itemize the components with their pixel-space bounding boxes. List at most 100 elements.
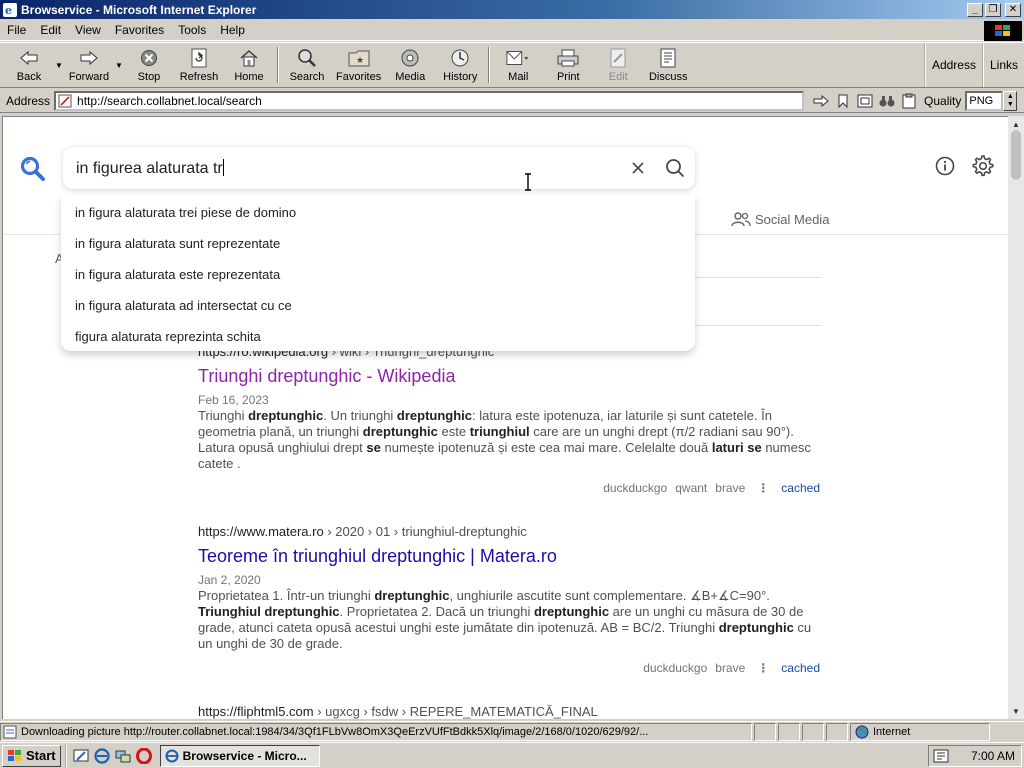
clock[interactable]: 7:00 AM <box>971 749 1015 763</box>
address-toolbar-link[interactable]: Address <box>923 43 982 87</box>
clear-search-icon[interactable] <box>621 151 655 185</box>
minimize-button[interactable]: _ <box>967 2 983 17</box>
bookmark-icon[interactable] <box>834 92 852 110</box>
tab-social-media[interactable]: Social Media <box>731 211 829 227</box>
taskbar-window-label: Browservice - Micro... <box>182 748 307 763</box>
refresh-label: Refresh <box>179 71 219 83</box>
suggestion-item[interactable]: in figura alaturata ad intersectat cu ce <box>61 290 695 321</box>
links-toolbar-link[interactable]: Links <box>981 43 1024 87</box>
favorites-label: Favorites <box>336 71 382 83</box>
start-label: Start <box>26 748 56 763</box>
svg-text:★: ★ <box>356 55 364 65</box>
result-title-link[interactable]: Triunghi dreptunghic - Wikipedia <box>198 365 820 387</box>
network-icon[interactable] <box>115 748 131 764</box>
mail-button[interactable]: Mail <box>493 43 543 87</box>
scroll-down-icon[interactable]: ▼ <box>1008 703 1024 719</box>
menu-edit[interactable]: Edit <box>33 23 68 37</box>
forward-button[interactable]: Forward <box>64 43 114 87</box>
cached-link[interactable]: cached <box>781 661 820 675</box>
media-label: Media <box>395 71 426 83</box>
close-button[interactable]: ✕ <box>1005 2 1021 17</box>
history-button[interactable]: History <box>435 43 485 87</box>
more-options-icon[interactable]: ⋮ <box>757 661 769 675</box>
stop-button[interactable]: Stop <box>124 43 174 87</box>
suggestion-item[interactable]: in figura alaturata trei piese de domino <box>61 197 695 228</box>
stop-label: Stop <box>137 71 161 83</box>
zoom-icon[interactable] <box>856 92 874 110</box>
clipboard-icon[interactable] <box>900 92 918 110</box>
toolbar-separator <box>488 47 491 83</box>
result-title-link[interactable]: Teoreme în triunghiul dreptunghic | Mate… <box>198 545 820 567</box>
address-label: Address <box>6 93 51 108</box>
edit-button[interactable]: Edit <box>593 43 643 87</box>
back-button[interactable]: Back <box>4 43 54 87</box>
status-message: Downloading picture http://router.collab… <box>0 722 752 741</box>
ie-launch-icon[interactable] <box>94 747 110 764</box>
address-input[interactable]: http://search.collabnet.local/search <box>54 90 805 111</box>
suggestion-item[interactable]: in figura alaturata sunt reprezentate <box>61 228 695 259</box>
show-desktop-icon[interactable] <box>73 748 89 764</box>
media-icon <box>398 46 422 69</box>
ie-icon <box>165 749 179 763</box>
menu-tools[interactable]: Tools <box>171 23 213 37</box>
search-submit-icon[interactable] <box>655 151 695 185</box>
engine-label: qwant <box>675 481 708 495</box>
autocomplete-dropdown: in figura alaturata trei piese de domino… <box>61 195 695 351</box>
quality-select[interactable]: PNG <box>965 90 1004 111</box>
search-logo-icon[interactable] <box>19 155 47 183</box>
status-cell <box>826 722 848 741</box>
printer-icon <box>556 46 580 69</box>
system-tray: 7:00 AM <box>928 744 1022 767</box>
result-snippet: Proprietatea 1. Într-un triunghi dreptun… <box>198 588 812 651</box>
menu-favorites[interactable]: Favorites <box>108 23 171 37</box>
edit-label: Edit <box>608 71 628 83</box>
scrollbar-thumb[interactable] <box>1011 130 1021 180</box>
suggestion-item[interactable]: in figura alaturata este reprezentata <box>61 259 695 290</box>
menu-view[interactable]: View <box>68 23 108 37</box>
history-label: History <box>443 71 478 83</box>
menu-help[interactable]: Help <box>213 23 252 37</box>
opera-icon[interactable] <box>135 747 152 764</box>
restore-button[interactable]: ❐ <box>985 2 1001 17</box>
start-button[interactable]: Start <box>2 744 61 767</box>
engine-label: brave <box>715 481 746 495</box>
search-input[interactable]: in figurea alaturata tr <box>76 158 621 178</box>
suggestion-item[interactable]: figura alaturata reprezinta schita <box>61 321 695 352</box>
address-bar: Address http://search.collabnet.local/se… <box>0 89 1024 113</box>
refresh-button[interactable]: Refresh <box>174 43 224 87</box>
go-arrow-icon[interactable] <box>812 92 830 110</box>
favorites-folder-icon: ★ <box>347 46 371 69</box>
result-url[interactable]: https://fliphtml5.com › ugxcg › fsdw › R… <box>198 704 820 719</box>
stop-icon <box>137 46 161 69</box>
search-result: https://www.matera.ro › 2020 › 01 › triu… <box>198 524 820 675</box>
search-label: Search <box>289 71 325 83</box>
info-icon[interactable] <box>934 155 956 177</box>
search-box[interactable]: in figurea alaturata tr <box>63 147 695 189</box>
result-engines: duckduckgo brave ⋮ cached <box>198 661 820 675</box>
home-button[interactable]: Home <box>224 43 274 87</box>
more-options-icon[interactable]: ⋮ <box>757 481 769 495</box>
media-button[interactable]: Media <box>385 43 435 87</box>
menu-file[interactable]: File <box>0 23 33 37</box>
taskbar-window-button[interactable]: Browservice - Micro... <box>159 744 320 767</box>
windows-flag-icon <box>7 749 23 763</box>
find-binoculars-icon[interactable] <box>878 92 896 110</box>
status-cell <box>802 722 824 741</box>
result-snippet: Triunghi dreptunghic. Un triunghi dreptu… <box>198 408 811 471</box>
result-url[interactable]: https://www.matera.ro › 2020 › 01 › triu… <box>198 524 820 539</box>
tray-clock-icon[interactable] <box>933 749 949 763</box>
page-icon <box>58 94 72 108</box>
forward-dropdown-icon[interactable]: ▼ <box>114 43 124 87</box>
discuss-button[interactable]: Discuss <box>643 43 693 87</box>
quality-spinner[interactable]: ▲ ▼ <box>1003 90 1018 111</box>
cached-link[interactable]: cached <box>781 481 820 495</box>
favorites-button[interactable]: ★ Favorites <box>332 43 385 87</box>
refresh-icon <box>187 46 211 69</box>
vertical-scrollbar[interactable]: ▲ ▼ <box>1008 116 1024 719</box>
search-toolbar-button[interactable]: Search <box>282 43 332 87</box>
forward-label: Forward <box>68 71 110 83</box>
back-dropdown-icon[interactable]: ▼ <box>54 43 64 87</box>
print-button[interactable]: Print <box>543 43 593 87</box>
text-caret <box>222 158 224 176</box>
settings-gear-icon[interactable] <box>972 155 994 177</box>
